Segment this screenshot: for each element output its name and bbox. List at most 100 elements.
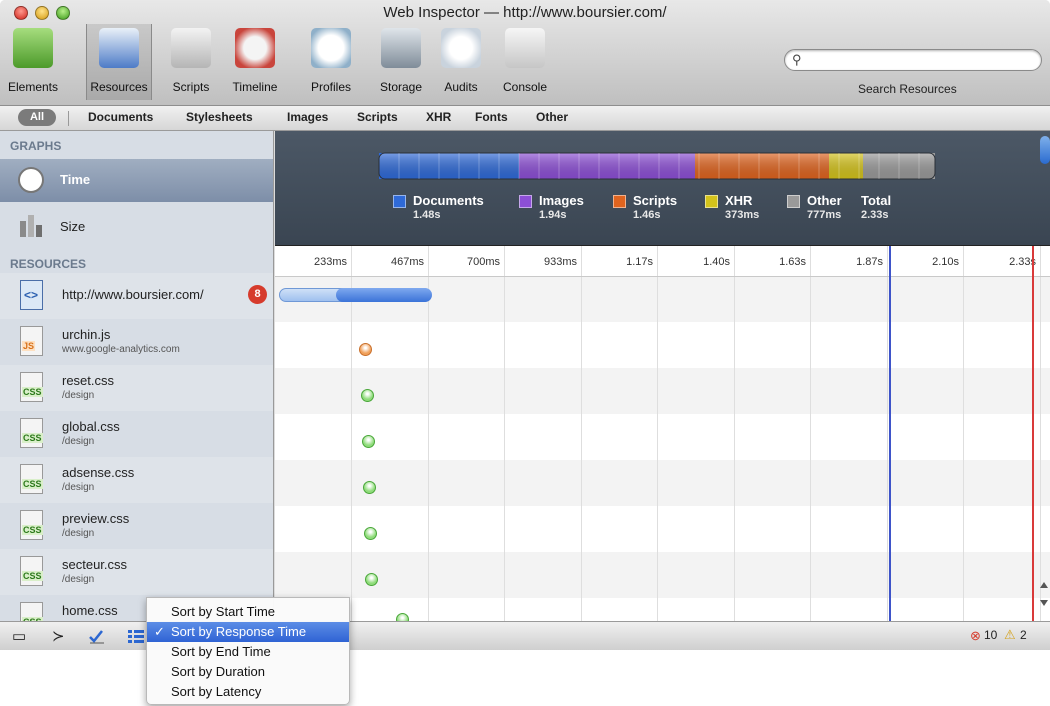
vertical-scrollbar[interactable] [1038, 578, 1050, 618]
tool-audits[interactable]: Audits [428, 24, 494, 100]
document-file-icon: <> [20, 280, 43, 310]
graph-time-label: Time [60, 172, 91, 187]
timeline-row [275, 552, 1050, 598]
filter-all[interactable]: All [18, 109, 56, 126]
web-inspector-window: Web Inspector — http://www.boursier.com/… [0, 0, 1050, 650]
error-icon: ⊗ [970, 628, 981, 643]
legend-swatch [519, 195, 532, 208]
resource-item[interactable]: CSS reset.css/design [0, 365, 273, 411]
summary-bar-gloss [378, 152, 936, 180]
stylesheet-timing-marker[interactable] [363, 481, 376, 494]
menu-item-label: Sort by Duration [171, 664, 265, 679]
timeline-tick-label: 2.33s [1009, 256, 1036, 268]
menu-item-sort-start-time[interactable]: Sort by Start Time [147, 602, 349, 622]
timeline-tick-label: 1.87s [856, 256, 883, 268]
timeline-tick-label: 1.17s [626, 256, 653, 268]
sort-popup-menu: Sort by Start Time ✓ Sort by Response Tim… [146, 597, 350, 705]
tool-elements[interactable]: Elements [0, 24, 66, 100]
resource-name: home.css [62, 603, 118, 618]
filter-scripts[interactable]: Scripts [357, 110, 398, 124]
filter-images[interactable]: Images [287, 110, 328, 124]
filter-documents[interactable]: Documents [88, 110, 153, 124]
tool-timeline[interactable]: Timeline [222, 24, 288, 100]
resource-item[interactable]: <> http://www.boursier.com/8 [0, 273, 273, 319]
sort-menu-icon[interactable] [128, 629, 144, 643]
tool-profiles[interactable]: Profiles [298, 24, 364, 100]
storage-icon [381, 28, 421, 68]
tool-storage[interactable]: Storage [368, 24, 434, 100]
scroll-arrows-icon [1040, 582, 1048, 606]
stylesheet-timing-marker[interactable] [396, 613, 409, 621]
title-bar: Web Inspector — http://www.boursier.com/… [0, 0, 1050, 106]
resource-item[interactable]: CSS preview.css/design [0, 503, 273, 549]
stylesheet-timing-marker[interactable] [362, 435, 375, 448]
filter-fonts[interactable]: Fonts [475, 110, 508, 124]
timeline-tick-label: 700ms [466, 256, 500, 268]
legend-value: 2.33s [861, 209, 889, 221]
filter-other[interactable]: Other [536, 110, 568, 124]
filter-xhr[interactable]: XHR [426, 110, 451, 124]
summary-bar-svg [378, 152, 936, 180]
graph-scroll-handle[interactable] [1040, 136, 1050, 164]
resource-item[interactable]: CSS global.css/design [0, 411, 273, 457]
stylesheet-timing-marker[interactable] [364, 527, 377, 540]
stylesheet-file-icon: CSS [20, 556, 43, 586]
resource-path: /design [62, 436, 95, 447]
tool-label: Console [502, 80, 548, 94]
dock-icon[interactable]: ▭ [12, 627, 26, 645]
graphs-header: GRAPHS [10, 139, 62, 153]
timeline-icon [235, 28, 275, 68]
search-input[interactable]: ⚲ [784, 49, 1042, 71]
legend-swatch [787, 195, 800, 208]
script-file-icon: JS [20, 326, 43, 356]
graph-size-label: Size [60, 219, 86, 234]
tool-console[interactable]: Console [492, 24, 558, 100]
size-bars-icon [20, 215, 42, 237]
load-event-line [1032, 246, 1034, 621]
legend-value: 1.46s [633, 209, 661, 221]
stylesheet-timing-marker[interactable] [361, 389, 374, 402]
resources-header: RESOURCES [10, 257, 87, 271]
tool-scripts[interactable]: Scripts [158, 24, 224, 100]
menu-item-sort-end-time[interactable]: Sort by End Time [147, 642, 349, 662]
error-count[interactable]: 10 [984, 628, 997, 642]
menu-item-sort-duration[interactable]: Sort by Duration [147, 662, 349, 682]
tool-resources[interactable]: Resources [86, 24, 152, 100]
dom-content-loaded-line [889, 246, 891, 621]
legend-name: Scripts [633, 193, 678, 208]
menu-item-sort-latency[interactable]: Sort by Latency [147, 682, 349, 702]
error-count-badge: 8 [248, 285, 267, 304]
timeline-gridline [1040, 246, 1041, 621]
console-toggle-icon[interactable]: ≻ [52, 627, 65, 645]
legend-swatch [613, 195, 626, 208]
resource-name: global.css [62, 419, 120, 434]
scripts-icon [171, 28, 211, 68]
timeline-tick-label: 233ms [313, 256, 347, 268]
graph-time-item[interactable]: Time [0, 159, 273, 202]
enable-resource-tracking-icon[interactable] [88, 628, 106, 644]
document-timing-bar[interactable] [279, 288, 432, 302]
resource-item[interactable]: CSS adsense.css/design [0, 457, 273, 503]
resource-item[interactable]: CSS secteur.css/design [0, 549, 273, 595]
document-download-segment [336, 288, 432, 302]
menu-item-sort-response-time[interactable]: ✓ Sort by Response Time [147, 622, 349, 642]
tool-label: Audits [444, 80, 478, 94]
stylesheet-file-icon: CSS [20, 510, 43, 540]
profiles-icon [311, 28, 351, 68]
resource-path: /design [62, 528, 95, 539]
resource-name: secteur.css [62, 557, 128, 572]
stylesheet-timing-marker[interactable] [365, 573, 378, 586]
resource-name: adsense.css [62, 465, 135, 480]
filter-stylesheets[interactable]: Stylesheets [186, 110, 253, 124]
menu-item-label: Sort by Response Time [171, 624, 307, 639]
warning-count[interactable]: 2 [1020, 628, 1027, 642]
sidebar: GRAPHS Time Size RESOURCES <> http://www.… [0, 131, 274, 621]
timeline-tick-label: 1.40s [703, 256, 730, 268]
stylesheet-file-icon: CSS [20, 464, 43, 494]
tool-label: Resources [90, 80, 148, 94]
resource-item[interactable]: JS urchin.js www.google-analytics.com [0, 319, 273, 365]
script-timing-marker[interactable] [359, 343, 372, 356]
menu-item-label: Sort by End Time [171, 644, 271, 659]
stylesheet-file-icon: CSS [20, 602, 43, 621]
timeline-gridline [657, 246, 658, 621]
